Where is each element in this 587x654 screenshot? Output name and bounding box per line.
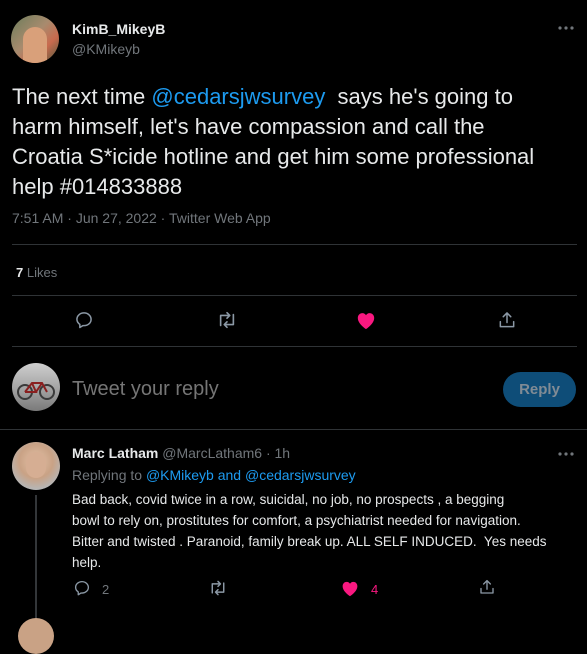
replying-to-label: Replying to — [72, 467, 143, 483]
tweet-source[interactable]: Twitter Web App — [169, 210, 271, 226]
likes-stat[interactable]: 7 Likes — [16, 265, 57, 280]
reply-author-handle[interactable]: @MarcLatham6 — [162, 445, 262, 461]
reply-retweet-icon[interactable] — [208, 579, 228, 597]
heart-filled-icon[interactable] — [355, 310, 377, 330]
reply-text-line4: help. — [72, 555, 102, 570]
reply-icon[interactable] — [74, 310, 94, 330]
tweet-text-line3: Croatia S*icide hotline and get him some… — [12, 144, 535, 169]
replying-to-user2[interactable]: @cedarsjwsurvey — [245, 467, 356, 483]
reply-author-avatar[interactable] — [12, 442, 60, 490]
divider — [12, 346, 577, 347]
reply-text-line2: bowl to rely on, prostitutes for comfort… — [72, 513, 521, 528]
reply-input[interactable] — [72, 373, 472, 405]
tweet-text-line1: The next time @cedarsjwsurvey says he's … — [12, 82, 577, 112]
more-icon[interactable] — [557, 22, 575, 34]
tweet-date[interactable]: Jun 27, 2022 — [76, 210, 157, 226]
reply-author-name[interactable]: Marc Latham — [72, 445, 158, 461]
reply-reply-count: 2 — [102, 582, 110, 597]
reply-heart-filled-icon[interactable] — [340, 579, 360, 597]
reply-reply-icon[interactable] — [73, 579, 91, 597]
divider — [12, 295, 577, 296]
likes-label: Likes — [26, 265, 58, 280]
replying-and: and — [217, 467, 242, 483]
tweet-meta: 7:51 AM · Jun 27, 2022 · Twitter Web App — [12, 210, 271, 226]
reply-more-icon[interactable] — [557, 448, 575, 460]
next-reply-avatar[interactable] — [18, 618, 54, 654]
avatar-face — [26, 452, 46, 478]
reply-text-line3: Bitter and twisted . Paranoid, family br… — [72, 534, 547, 549]
replying-to-user1[interactable]: @KMikeyb — [146, 467, 214, 483]
reply-share-icon[interactable] — [478, 578, 496, 596]
author-name[interactable]: KimB_MikeyB — [72, 21, 165, 37]
tweet-text-line2: harm himself, let's have compassion and … — [12, 114, 485, 139]
author-handle[interactable]: @KMikeyb — [72, 41, 140, 57]
bicycle-image — [17, 382, 55, 400]
share-icon[interactable] — [497, 310, 517, 330]
thread-line — [35, 495, 37, 623]
retweet-icon[interactable] — [216, 310, 238, 330]
reply-header: Marc Latham @MarcLatham6 · 1h — [72, 445, 291, 461]
reply-text: Bad back, covid twice in a row, suicidal… — [72, 489, 547, 573]
replying-to: Replying to @KMikeyb and @cedarsjwsurvey — [72, 467, 356, 483]
mention-link[interactable]: @cedarsjwsurvey — [151, 84, 325, 109]
reply-like-count: 4 — [371, 582, 379, 597]
tweet-text-prefix: The next time — [12, 84, 152, 109]
tweet-text-line1-rest: says he's going to — [325, 84, 513, 109]
tweet-text-line4: help #014833888 — [12, 174, 183, 199]
reply-text-line1: Bad back, covid twice in a row, suicidal… — [72, 492, 505, 507]
avatar-figure — [23, 27, 47, 63]
likes-count: 7 — [16, 265, 24, 280]
tweet-text: The next time @cedarsjwsurvey says he's … — [12, 82, 577, 202]
divider — [0, 429, 587, 430]
author-avatar[interactable] — [11, 15, 59, 63]
tweet-time[interactable]: 7:51 AM — [12, 210, 63, 226]
current-user-avatar[interactable] — [12, 363, 60, 411]
reply-age[interactable]: 1h — [275, 445, 291, 461]
divider — [12, 244, 577, 245]
reply-button[interactable]: Reply — [503, 372, 576, 407]
